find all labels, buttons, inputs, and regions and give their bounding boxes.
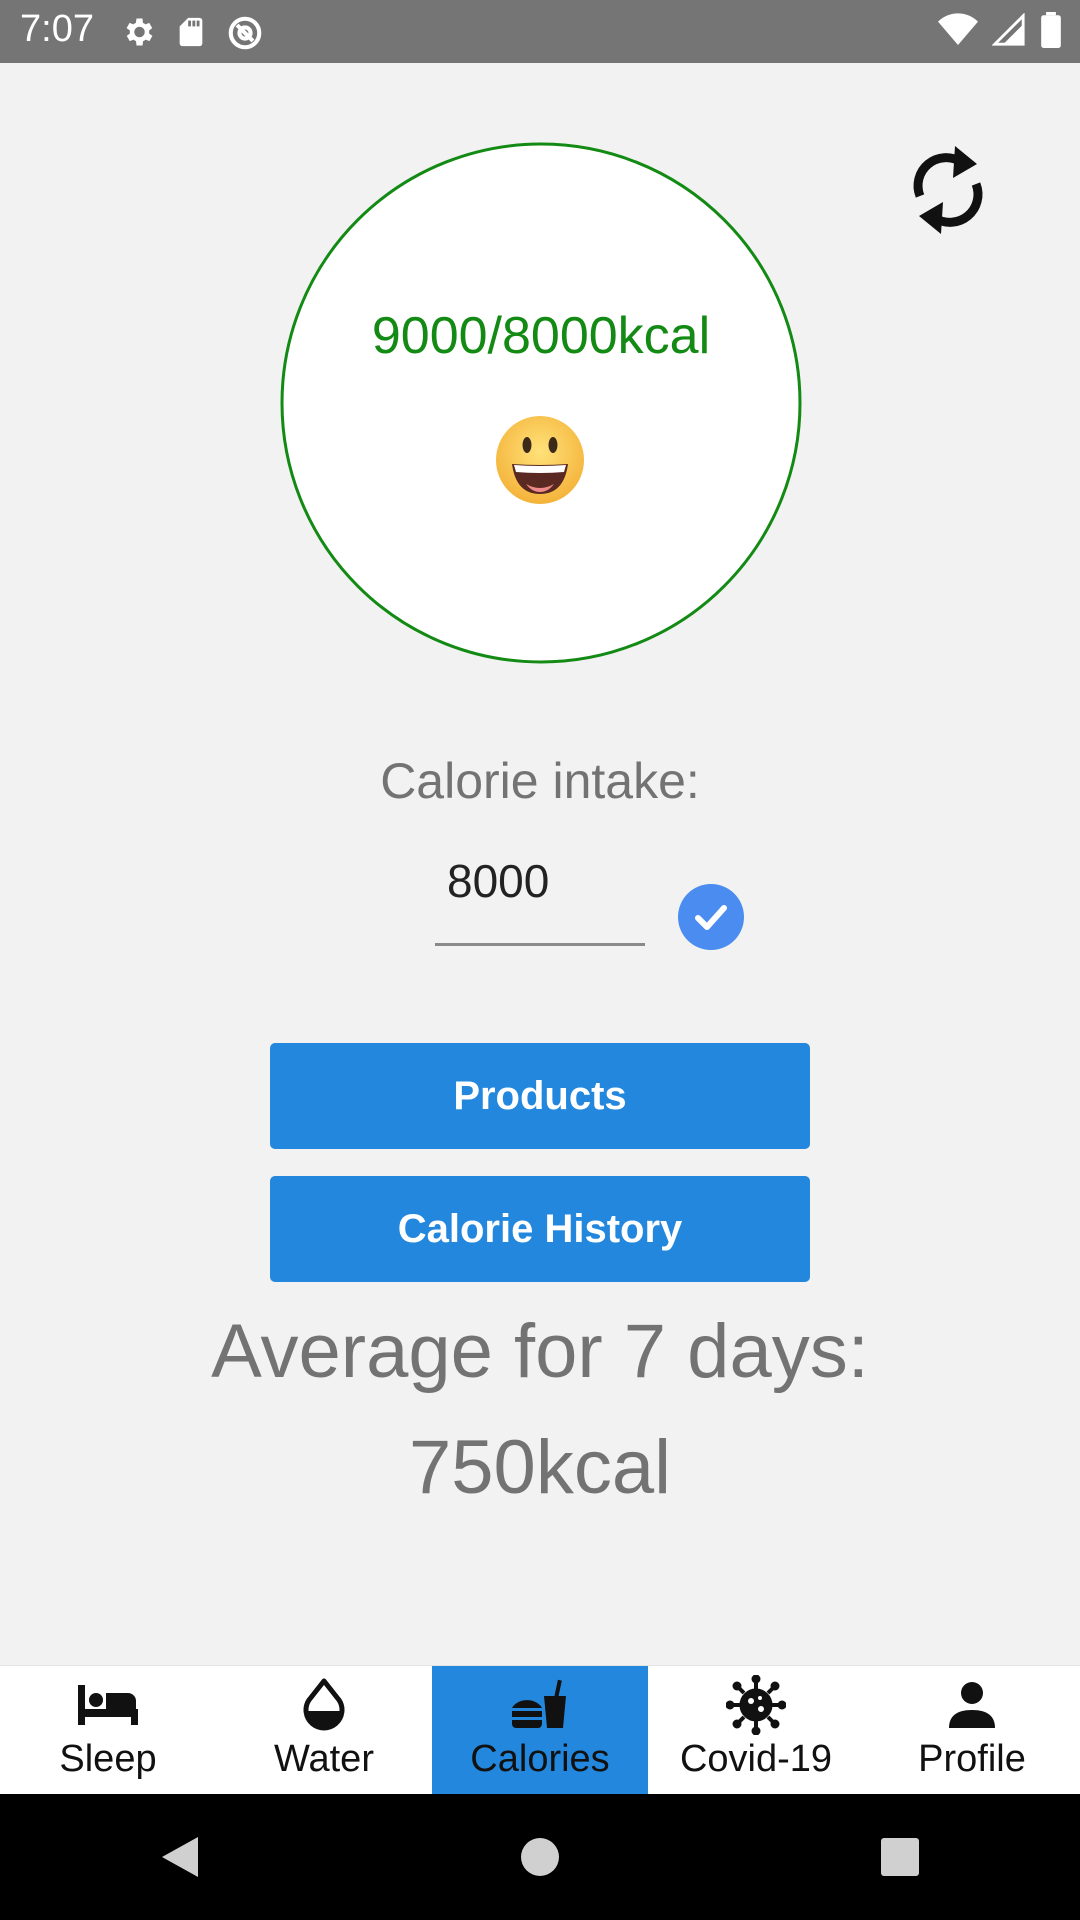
confirm-intake-button[interactable] xyxy=(678,884,744,950)
recents-button[interactable] xyxy=(850,1817,950,1897)
products-button[interactable]: Products xyxy=(270,1043,810,1149)
smiling-face-icon xyxy=(496,416,584,504)
fastfood-icon xyxy=(510,1676,570,1734)
nav-item-calories[interactable]: Calories xyxy=(432,1666,648,1794)
calorie-intake-label: Calorie intake: xyxy=(380,753,700,809)
status-left-icons xyxy=(120,14,264,57)
check-icon xyxy=(695,905,727,930)
status-time: 7:07 xyxy=(20,8,94,50)
nav-label-sleep: Sleep xyxy=(59,1738,157,1780)
calorie-progress-ring xyxy=(280,142,802,664)
nav-item-water[interactable]: Water xyxy=(216,1666,432,1794)
bottom-navigation: Sleep Water Calories Covid-19 Profile xyxy=(0,1665,1080,1794)
back-icon xyxy=(162,1837,198,1877)
home-button[interactable] xyxy=(490,1817,590,1897)
home-icon xyxy=(521,1838,559,1876)
nav-item-sleep[interactable]: Sleep xyxy=(0,1666,216,1794)
person-icon xyxy=(947,1676,997,1734)
back-button[interactable] xyxy=(130,1817,230,1897)
calorie-progress-text: 9000/8000kcal xyxy=(371,307,711,365)
virus-icon xyxy=(726,1675,786,1735)
gear-icon xyxy=(120,14,156,57)
refresh-icon xyxy=(913,146,983,234)
calorie-history-button[interactable]: Calorie History xyxy=(270,1176,810,1282)
signal-icon xyxy=(991,12,1026,52)
water-drop-icon xyxy=(301,1676,347,1734)
nav-label-water: Water xyxy=(274,1738,374,1780)
calorie-intake-input[interactable] xyxy=(435,846,645,946)
nav-label-covid: Covid-19 xyxy=(679,1738,833,1780)
battery-icon xyxy=(1040,12,1062,53)
average-label: Average for 7 days: xyxy=(211,1309,869,1394)
refresh-button[interactable] xyxy=(905,140,991,240)
wifi-icon xyxy=(938,13,978,52)
status-bar: 7:07 xyxy=(0,0,1080,63)
nav-item-covid[interactable]: Covid-19 xyxy=(648,1666,864,1794)
nav-label-calories: Calories xyxy=(470,1738,610,1780)
bed-icon xyxy=(76,1676,140,1734)
at-sign-icon xyxy=(226,14,264,57)
recents-icon xyxy=(881,1838,919,1876)
system-navigation-bar xyxy=(0,1794,1080,1920)
nav-label-profile: Profile xyxy=(918,1738,1026,1780)
status-right-icons xyxy=(938,12,1062,53)
average-value: 750kcal xyxy=(409,1425,671,1510)
nav-item-profile[interactable]: Profile xyxy=(864,1666,1080,1794)
sd-card-icon xyxy=(174,14,208,57)
